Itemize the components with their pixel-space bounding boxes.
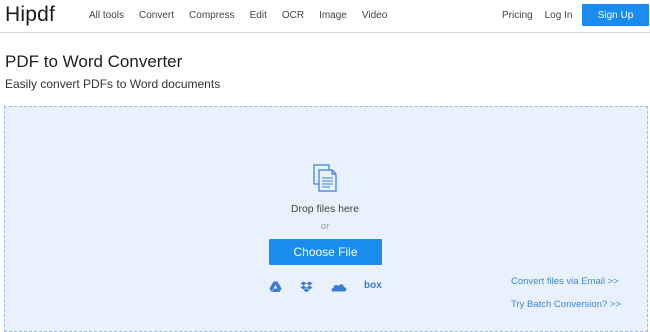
box-icon[interactable]: box bbox=[364, 280, 382, 291]
account-nav: Pricing Log In bbox=[502, 10, 584, 21]
login-link[interactable]: Log In bbox=[545, 10, 573, 21]
choose-file-button[interactable]: Choose File bbox=[269, 239, 382, 265]
signup-button[interactable]: Sign Up bbox=[582, 4, 649, 26]
or-text: or bbox=[320, 221, 330, 232]
drop-files-text: Drop files here bbox=[290, 203, 360, 215]
page-title: PDF to Word Converter bbox=[5, 52, 183, 71]
dropbox-icon[interactable] bbox=[300, 281, 313, 293]
nav-all-tools[interactable]: All tools bbox=[89, 10, 124, 21]
nav-video[interactable]: Video bbox=[362, 10, 387, 21]
documents-icon bbox=[313, 164, 337, 192]
google-drive-icon[interactable] bbox=[269, 281, 282, 293]
main-nav: All tools Convert Compress Edit OCR Imag… bbox=[89, 10, 402, 21]
nav-convert[interactable]: Convert bbox=[139, 10, 174, 21]
page-subtitle: Easily convert PDFs to Word documents bbox=[5, 77, 221, 91]
hipdf-logo[interactable]: Hipdf bbox=[5, 3, 55, 27]
convert-via-email-link[interactable]: Convert files via Email >> bbox=[511, 276, 619, 287]
nav-image[interactable]: Image bbox=[319, 10, 347, 21]
nav-edit[interactable]: Edit bbox=[250, 10, 267, 21]
nav-ocr[interactable]: OCR bbox=[282, 10, 304, 21]
batch-conversion-link[interactable]: Try Batch Conversion? >> bbox=[511, 299, 621, 310]
onedrive-icon[interactable] bbox=[331, 281, 347, 293]
pricing-link[interactable]: Pricing bbox=[502, 10, 533, 21]
nav-compress[interactable]: Compress bbox=[189, 10, 235, 21]
top-header: Hipdf All tools Convert Compress Edit OC… bbox=[0, 0, 650, 33]
